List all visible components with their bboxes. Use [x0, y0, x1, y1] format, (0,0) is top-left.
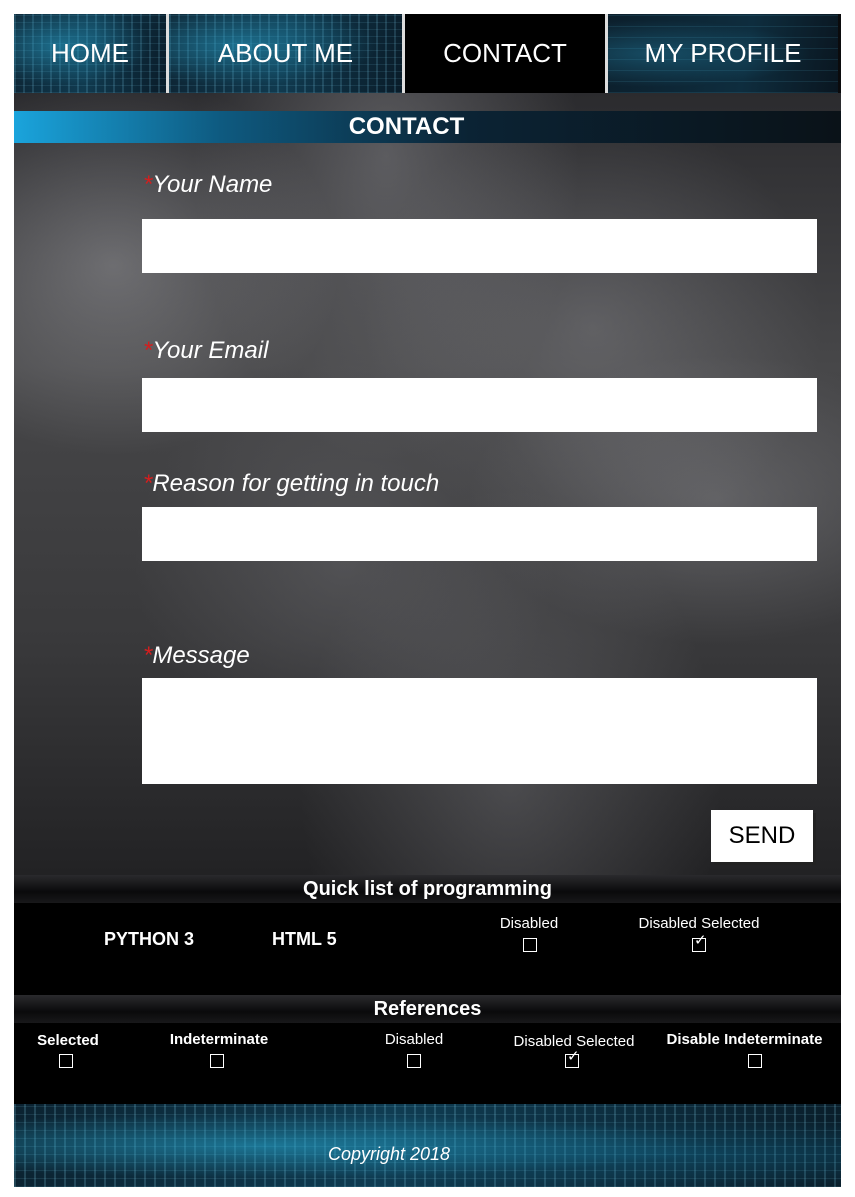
page-title: CONTACT [348, 113, 465, 140]
email-label: *Your Email [143, 337, 268, 365]
reason-label: *Reason for getting in touch [143, 470, 439, 498]
nav-contact[interactable]: CONTACT [405, 14, 608, 93]
email-label-text: Your Email [152, 337, 269, 364]
required-mark: * [143, 470, 153, 497]
checkbox-label: Indeterminate [169, 1031, 269, 1048]
language-item: PYTHON 3 [104, 929, 195, 949]
required-mark: * [143, 171, 153, 198]
nav-profile[interactable]: MY PROFILE [608, 14, 838, 93]
references-title: References [373, 998, 482, 1020]
references-panel: Selected Indeterminate Disabled Disabled… [14, 1023, 841, 1104]
send-button[interactable]: SEND [711, 810, 813, 862]
reason-field[interactable] [142, 507, 817, 561]
checkbox-label: Selected [37, 1032, 99, 1049]
quick-list-title: Quick list of programming [303, 878, 552, 900]
disable-indeterminate-checkbox[interactable] [748, 1054, 762, 1068]
language-item: HTML 5 [272, 929, 337, 949]
required-mark: * [143, 642, 153, 669]
nav-contact-label: CONTACT [443, 38, 567, 68]
email-field[interactable] [142, 378, 817, 432]
checkbox-label: Disabled Selected [638, 915, 760, 932]
nav-about-label: ABOUT ME [217, 38, 354, 68]
checkbox-label: Disabled [499, 915, 559, 932]
page-frame: HOME ABOUT ME CONTACT MY PROFILE CONTACT… [14, 14, 841, 1187]
message-label: *Message [143, 642, 250, 670]
disabled-checkbox[interactable] [523, 938, 537, 952]
name-label-text: Your Name [152, 171, 273, 198]
checkmark-icon: ✓ [567, 1048, 580, 1065]
disabled-selected-checkbox[interactable]: ✓ [565, 1049, 580, 1068]
checkbox-label: Disabled [384, 1031, 444, 1048]
name-field[interactable] [142, 219, 817, 273]
copyright-text: Copyright 2018 [327, 1144, 451, 1164]
nav-profile-label: MY PROFILE [644, 38, 802, 68]
quick-list-header: Quick list of programming [14, 875, 841, 903]
disabled-checkbox[interactable] [407, 1054, 421, 1068]
reason-label-text: Reason for getting in touch [152, 470, 440, 497]
disabled-selected-checkbox[interactable]: ✓ [692, 933, 707, 952]
name-label: *Your Name [143, 171, 272, 199]
message-label-text: Message [152, 642, 250, 669]
checkbox-label: Disable Indeterminate [666, 1031, 823, 1048]
message-field[interactable] [142, 678, 817, 784]
indeterminate-checkbox[interactable] [210, 1054, 224, 1068]
footer: Copyright 2018 [14, 1104, 841, 1187]
quick-list-panel: PYTHON 3 HTML 5 Disabled Disabled Select… [14, 903, 841, 995]
nav-home[interactable]: HOME [14, 14, 169, 93]
references-header: References [14, 995, 841, 1023]
selected-checkbox[interactable] [59, 1054, 73, 1068]
nav-home-label: HOME [51, 38, 129, 68]
section-banner: CONTACT [14, 111, 841, 143]
required-mark: * [143, 337, 153, 364]
top-nav: HOME ABOUT ME CONTACT MY PROFILE [14, 14, 841, 93]
nav-about[interactable]: ABOUT ME [169, 14, 405, 93]
checkmark-icon: ✓ [694, 932, 707, 949]
